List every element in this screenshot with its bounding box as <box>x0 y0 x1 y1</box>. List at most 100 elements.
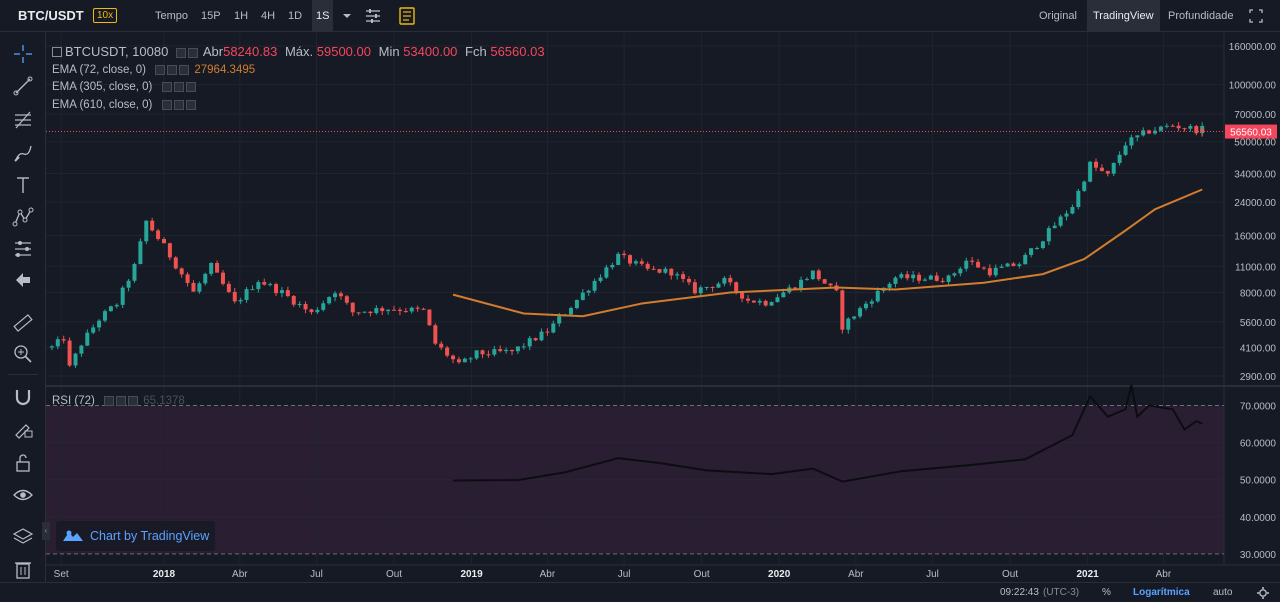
timeframe-1s[interactable]: 1S <box>312 0 334 32</box>
candle-up <box>409 307 414 312</box>
legend-open-label: Abr <box>202 44 224 59</box>
unlock-icon[interactable] <box>12 452 34 474</box>
magnet-icon[interactable] <box>12 386 34 408</box>
candle-up <box>362 311 367 313</box>
ema72-label: EMA (72, close, 0) <box>52 64 146 76</box>
candle-up <box>197 283 202 292</box>
percent-toggle[interactable]: % <box>1102 583 1111 602</box>
rsi-axis-label: 40.0000 <box>1240 513 1277 524</box>
arrow-left-icon[interactable] <box>12 269 34 291</box>
view-original[interactable]: Original <box>1039 0 1077 32</box>
price-axis-label: 4100.00 <box>1240 344 1277 355</box>
candle-up <box>875 290 880 302</box>
auto-scale-toggle[interactable]: auto <box>1213 583 1232 602</box>
time-axis-label: Jul <box>618 569 631 580</box>
trendline-icon[interactable] <box>12 75 34 97</box>
ema610-close-icon[interactable] <box>185 99 196 110</box>
candle-down <box>976 261 981 268</box>
legend-eye-icon[interactable] <box>175 47 186 58</box>
time-axis-label: Out <box>1002 569 1018 580</box>
clock-timezone[interactable]: (UTC-3) <box>1043 583 1079 602</box>
candle-up <box>250 289 255 291</box>
rsi-axis-label: 30.0000 <box>1240 550 1277 561</box>
leverage-badge[interactable]: 10x <box>93 8 118 23</box>
ema610-eye-icon[interactable] <box>161 99 172 110</box>
ema610-settings-icon[interactable] <box>173 99 184 110</box>
timeframe-15p[interactable]: 15P <box>201 0 221 32</box>
candle-down <box>421 308 426 310</box>
view-tradingview[interactable]: TradingView <box>1087 0 1160 32</box>
ema305-close-icon[interactable] <box>185 81 196 92</box>
brush-icon[interactable] <box>12 142 34 164</box>
candle-up <box>1129 137 1134 146</box>
ema72-close-icon[interactable] <box>179 64 190 75</box>
tradingview-watermark[interactable]: Chart by TradingView <box>56 521 216 551</box>
ema305-settings-icon[interactable] <box>173 81 184 92</box>
legend-settings-icon[interactable] <box>187 47 198 58</box>
zoom-in-icon[interactable] <box>12 343 34 365</box>
candle-up <box>1135 135 1140 138</box>
rsi-close-icon[interactable] <box>128 395 139 406</box>
candle-down <box>669 268 674 276</box>
time-axis-label: Set <box>54 569 69 580</box>
timeframe-dropdown-icon[interactable] <box>340 0 354 32</box>
tradingview-logo-icon <box>63 530 83 541</box>
price-axis-label: 100000.00 <box>1229 81 1277 92</box>
rsi-axis-label: 70.0000 <box>1240 402 1277 413</box>
timeframe-1d[interactable]: 1D <box>288 0 302 32</box>
prediction-icon[interactable] <box>12 238 34 260</box>
trash-icon[interactable] <box>12 558 34 580</box>
legend-low-label: Min <box>378 44 400 59</box>
price-chart[interactable]: 160000.00 100000.00 70000.00 50000.00 34000.… <box>46 33 1280 582</box>
collapse-toolbar-icon[interactable]: ‹ <box>42 522 50 540</box>
ema305-eye-icon[interactable] <box>161 81 172 92</box>
time-axis-label: Jul <box>926 569 939 580</box>
fib-icon[interactable] <box>12 109 34 131</box>
price-axis-label: 24000.00 <box>1234 198 1276 209</box>
timeframe-1h[interactable]: 1H <box>234 0 248 32</box>
candle-up <box>852 316 857 319</box>
log-scale-toggle[interactable]: Logarítmica <box>1133 583 1190 602</box>
candle-up <box>73 353 78 366</box>
text-icon[interactable] <box>12 174 34 196</box>
candle-up <box>551 323 556 333</box>
notes-icon[interactable] <box>396 0 418 32</box>
price-axis-label: 2900.00 <box>1240 372 1277 383</box>
eye-icon[interactable] <box>12 484 34 506</box>
candle-up <box>126 280 131 288</box>
candle-up <box>698 287 703 294</box>
view-profundidade[interactable]: Profundidade <box>1168 0 1233 32</box>
rsi-settings-icon[interactable] <box>116 395 127 406</box>
candle-up <box>256 282 261 290</box>
candle-down <box>1194 126 1199 134</box>
time-axis-label: 2020 <box>768 569 791 580</box>
time-axis-label: 2021 <box>1076 569 1099 580</box>
ema72-settings-icon[interactable] <box>167 64 178 75</box>
tempo-label: Tempo <box>155 10 189 22</box>
candle-up <box>799 279 804 290</box>
crosshair-icon[interactable] <box>12 43 34 65</box>
candle-down <box>439 343 444 348</box>
ruler-icon[interactable] <box>12 312 34 334</box>
lock-drawing-icon[interactable] <box>12 418 34 440</box>
candle-up <box>887 283 892 288</box>
candle-down <box>981 267 986 269</box>
layers-icon[interactable] <box>12 526 34 548</box>
timeframe-4h[interactable]: 4H <box>261 0 275 32</box>
ema72-eye-icon[interactable] <box>155 64 166 75</box>
candle-up <box>386 309 391 312</box>
legend-collapse-icon[interactable] <box>52 47 62 57</box>
indicator-settings-icon[interactable] <box>362 0 384 32</box>
candle-up <box>297 304 302 306</box>
pattern-icon[interactable] <box>12 206 34 228</box>
symbol-title[interactable]: BTC/USDT <box>18 0 84 32</box>
price-axis-label: 5600.00 <box>1240 318 1277 329</box>
candle-up <box>1017 264 1022 266</box>
fullscreen-icon[interactable] <box>1248 0 1264 32</box>
candle-down <box>692 282 697 294</box>
legend-low-value: 53400.00 <box>403 44 458 59</box>
rsi-eye-icon[interactable] <box>104 395 115 406</box>
candle-down <box>226 283 231 292</box>
price-axis-label: 160000.00 <box>1229 42 1277 53</box>
chart-settings-gear-icon[interactable] <box>1256 583 1270 602</box>
